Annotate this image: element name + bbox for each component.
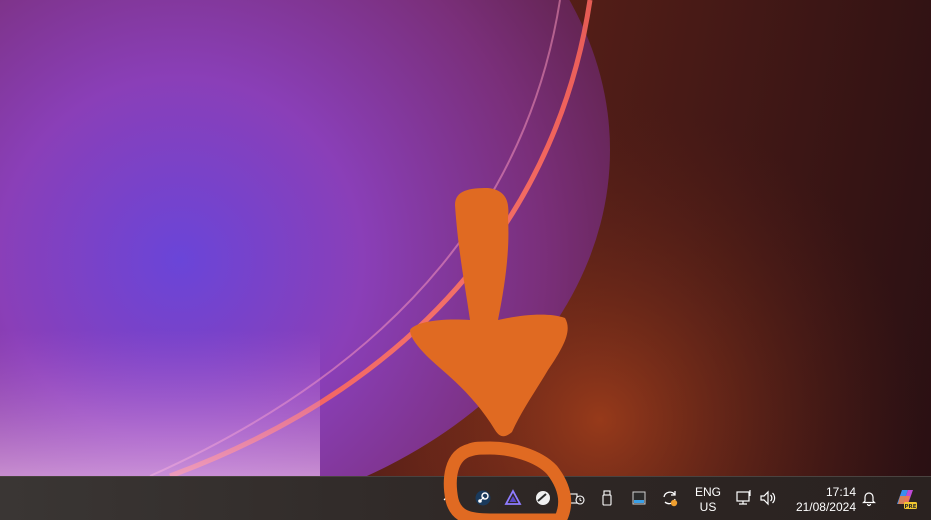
system-clock[interactable]: 17:14 21/08/2024 [784, 485, 856, 515]
copilot-icon[interactable]: PRE [890, 487, 920, 510]
clock-date: 21/08/2024 [795, 500, 856, 514]
clock-time: 17:14 [825, 485, 856, 499]
chevron-up-icon[interactable] [437, 487, 459, 509]
copilot-badge: PRE [904, 504, 916, 510]
notification-bell-icon[interactable] [858, 487, 880, 509]
steam-icon[interactable] [472, 487, 494, 509]
usb-drive-icon[interactable] [596, 487, 618, 509]
desktop-wallpaper [0, 0, 931, 476]
window-color-icon[interactable] [628, 487, 650, 509]
proton-vpn-icon[interactable] [502, 487, 524, 509]
language-indicator[interactable]: ENG US [688, 485, 728, 515]
network-icon[interactable] [733, 487, 755, 509]
speaker-icon[interactable] [757, 487, 779, 509]
taskbar: ENG US 17:14 21/08/2024 PRE [0, 476, 931, 520]
desktop-screen: ENG US 17:14 21/08/2024 PRE [0, 0, 931, 520]
language-region: US [699, 500, 717, 514]
wallpaper-graphic [0, 0, 931, 476]
disk-app-icon[interactable] [532, 487, 554, 509]
update-sync-icon[interactable] [659, 487, 681, 509]
language-code: ENG [694, 485, 721, 499]
network-clock-icon[interactable] [566, 487, 588, 509]
